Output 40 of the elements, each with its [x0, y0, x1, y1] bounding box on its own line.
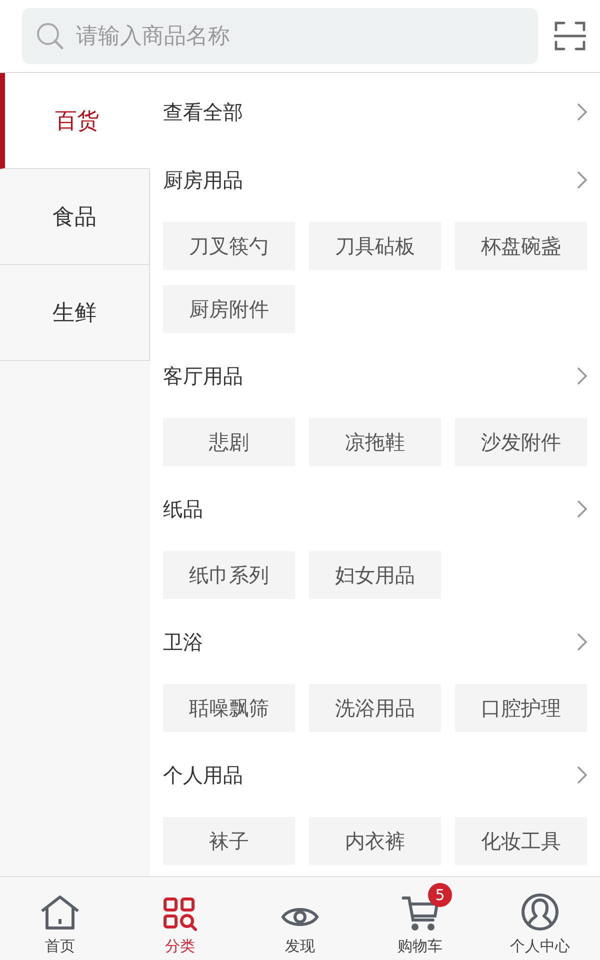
chevron-right-icon[interactable] — [577, 633, 587, 651]
subcategory-chip[interactable]: 凉拖鞋 — [309, 418, 441, 466]
subcategory-chip[interactable]: 刀叉筷勺 — [163, 222, 295, 270]
subcategory-chip[interactable]: 口腔护理 — [455, 684, 587, 732]
count-badge: 5 — [428, 883, 452, 907]
subcategory-chip[interactable]: 洗浴用品 — [309, 684, 441, 732]
user-icon — [521, 893, 559, 931]
subcategory-chip[interactable]: 妇女用品 — [309, 551, 441, 599]
chevron-right-icon[interactable] — [577, 500, 587, 518]
home-icon — [40, 895, 80, 931]
scan-icon[interactable] — [554, 20, 586, 52]
subcategory-chip[interactable]: 沙发附件 — [455, 418, 587, 466]
section-title[interactable]: 厨房用品 — [163, 166, 243, 194]
nav-tab[interactable]: 个人中心 — [480, 877, 600, 960]
chevron-right-icon[interactable] — [577, 766, 587, 784]
subcategory-chip[interactable]: 刀具砧板 — [309, 222, 441, 270]
nav-tab[interactable]: 分类 — [120, 877, 240, 960]
nav-tab[interactable]: 首页 — [0, 877, 120, 960]
subcategory-chip[interactable]: 厨房附件 — [163, 285, 295, 333]
category-tab[interactable]: 百货 — [0, 73, 150, 169]
section-title[interactable]: 个人用品 — [163, 762, 243, 788]
subcategory-chip[interactable]: 内衣裤 — [309, 817, 441, 865]
chevron-right-icon[interactable] — [577, 171, 587, 189]
subcategory-chip[interactable]: 悲剧 — [163, 418, 295, 466]
chevron-right-icon[interactable] — [577, 103, 587, 121]
subcategory-chip[interactable]: 纸巾系列 — [163, 551, 295, 599]
nav-tab[interactable]: 5 购物车 — [360, 877, 480, 960]
section-title[interactable]: 客厅用品 — [163, 362, 243, 390]
subcategory-chip[interactable]: 聒噪飘筛 — [163, 684, 295, 732]
chevron-right-icon[interactable] — [577, 367, 587, 385]
grid-search-icon — [163, 897, 197, 931]
search-field[interactable]: 请输入商品名称 — [22, 8, 538, 64]
nav-tab[interactable]: 发现 — [240, 877, 360, 960]
subcategory-chip[interactable]: 袜子 — [163, 817, 295, 865]
section-title[interactable]: 查看全部 — [163, 98, 243, 126]
section-title[interactable]: 纸品 — [163, 496, 203, 522]
cart-icon — [402, 895, 438, 931]
subcategory-chip[interactable]: 化妆工具 — [455, 817, 587, 865]
subcategory-chip[interactable]: 杯盘碗盏 — [455, 222, 587, 270]
section-title[interactable]: 卫浴 — [163, 628, 203, 656]
